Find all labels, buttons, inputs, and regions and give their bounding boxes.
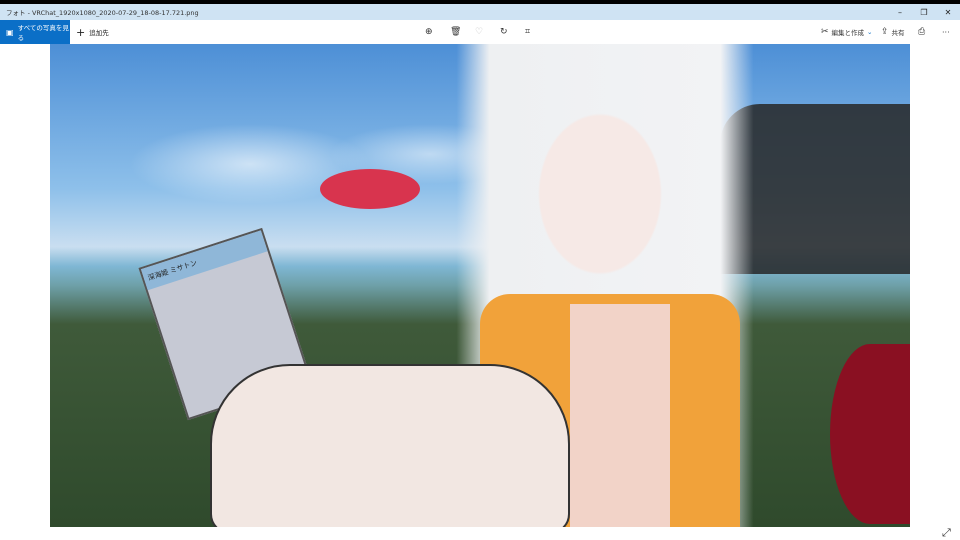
fullscreen-icon[interactable]: ⤢: [942, 526, 951, 540]
photo-view[interactable]: 深海姫 ミサトン: [50, 44, 910, 527]
character-neck: [570, 304, 670, 527]
print-icon[interactable]: ⎙: [918, 20, 925, 44]
add-to-button[interactable]: + 追加先: [76, 20, 109, 44]
photos-icon: ▣: [6, 27, 14, 37]
crop-icon[interactable]: ⌗: [525, 20, 530, 44]
edit-create-label: 編集と作成: [831, 29, 865, 37]
all-photos-label: すべての写真を見る: [17, 24, 69, 42]
all-photos-button[interactable]: ▣ すべての写真を見る: [0, 20, 70, 44]
edit-icon: ✂: [821, 27, 829, 37]
share-button[interactable]: ⇪ 共有: [881, 20, 905, 44]
plus-icon: +: [76, 25, 86, 39]
flower-right: [830, 344, 910, 524]
add-to-label: 追加先: [89, 29, 109, 37]
favorite-icon[interactable]: ♡: [475, 20, 483, 44]
toolbar: ▣ すべての写真を見る + 追加先 ⊕ 🗑 ♡ ↻ ⌗ ✂ 編集と作成 ⌄ ⇪ …: [0, 20, 960, 44]
share-label: 共有: [891, 29, 905, 37]
more-button[interactable]: ···: [942, 20, 950, 44]
title-bar: フォト - VRChat_1920x1080_2020-07-29_18-08-…: [0, 4, 960, 20]
flower: [320, 169, 420, 209]
share-icon: ⇪: [881, 27, 889, 37]
delete-icon[interactable]: 🗑: [450, 20, 461, 44]
zoom-icon[interactable]: ⊕: [425, 20, 433, 44]
edit-create-button[interactable]: ✂ 編集と作成 ⌄: [821, 20, 873, 44]
close-button[interactable]: ✕: [936, 8, 960, 17]
rotate-icon[interactable]: ↻: [500, 20, 508, 44]
chevron-down-icon: ⌄: [867, 28, 873, 36]
minimize-button[interactable]: –: [888, 8, 912, 17]
window-title: フォト - VRChat_1920x1080_2020-07-29_18-08-…: [6, 9, 199, 17]
hand: [210, 364, 570, 527]
restore-button[interactable]: ❐: [912, 8, 936, 17]
